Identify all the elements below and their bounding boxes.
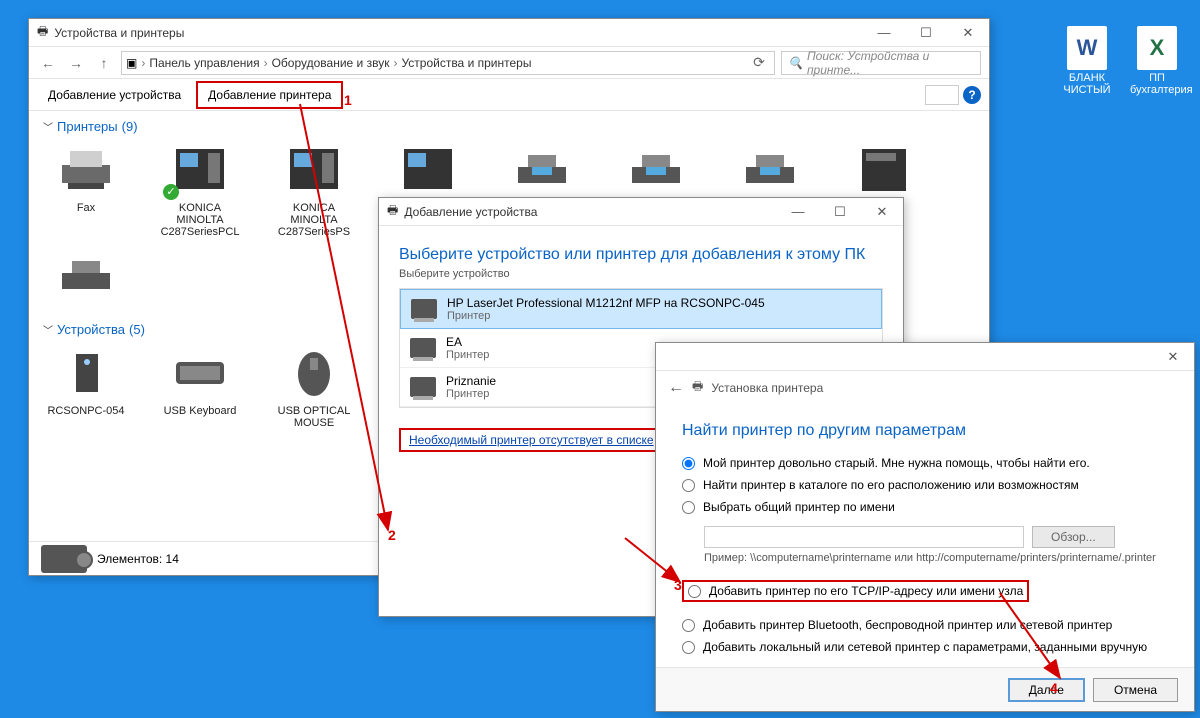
device-item[interactable]: USB OPTICAL MOUSE (271, 345, 357, 429)
option-bluetooth[interactable]: Добавить принтер Bluetooth, беспроводной… (682, 618, 1168, 632)
forward-button[interactable]: → (65, 52, 87, 74)
desktop-icon-word[interactable]: W БЛАНК ЧИСТЫЙ (1060, 26, 1114, 96)
breadcrumb[interactable]: ▣ › Панель управления › Оборудование и з… (121, 51, 775, 75)
device-item[interactable] (43, 248, 129, 308)
close-button[interactable]: ✕ (947, 19, 989, 47)
printer-icon: 🖶 (692, 377, 703, 398)
folder-icon: ▣ (126, 56, 137, 70)
option-directory[interactable]: Найти принтер в каталоге по его располож… (682, 478, 1168, 492)
install-printer-window: ✕ ← 🖶 Установка принтера Найти принтер п… (655, 342, 1195, 712)
add-printer-button[interactable]: Добавление принтера (196, 81, 343, 109)
shared-name-input[interactable] (704, 526, 1024, 548)
cancel-button[interactable]: Отмена (1093, 678, 1178, 702)
close-button[interactable]: ✕ (861, 198, 903, 226)
device-item[interactable]: KONICA MINOLTA C287SeriesPS (271, 142, 357, 238)
toolbar: Добавление устройства Добавление принтер… (29, 79, 989, 111)
default-check-icon: ✓ (163, 184, 179, 200)
device-item[interactable]: Fax (43, 142, 129, 238)
printer-icon: 🖶 (37, 22, 48, 43)
dialog-heading: Найти принтер по другим параметрам (682, 422, 1168, 440)
missing-printer-link[interactable]: Необходимый принтер отсутствует в списке (409, 433, 654, 447)
word-file-icon: W (1067, 26, 1107, 70)
device-icon: 🖶 (387, 201, 398, 222)
device-item[interactable]: USB Keyboard (157, 345, 243, 429)
maximize-button[interactable]: ☐ (819, 198, 861, 226)
excel-file-icon: X (1137, 26, 1177, 70)
titlebar: 🖶Устройства и принтеры ― ☐ ✕ (29, 19, 989, 47)
device-item[interactable]: ✓KONICA MINOLTA C287SeriesPCL (157, 142, 243, 238)
nav-bar: ← → ↑ ▣ › Панель управления › Оборудован… (29, 47, 989, 79)
device-item[interactable]: RCSONPC-054 (43, 345, 129, 429)
close-button[interactable]: ✕ (1152, 343, 1194, 371)
browse-button[interactable]: Обзор... (1032, 526, 1115, 548)
status-icon (41, 545, 87, 573)
list-item[interactable]: HP LaserJet Professional M1212nf MFP на … (400, 289, 882, 329)
back-button[interactable]: ← (668, 379, 684, 397)
desktop-icon-excel[interactable]: X ПП бухгалтерия (1130, 26, 1184, 96)
option-shared[interactable]: Выбрать общий принтер по имени (682, 500, 1168, 514)
printer-icon (410, 377, 436, 397)
refresh-button[interactable]: ⟳ (748, 52, 770, 74)
next-button[interactable]: Далее (1008, 678, 1085, 702)
back-button[interactable]: ← (37, 52, 59, 74)
up-button[interactable]: ↑ (93, 52, 115, 74)
printer-icon (411, 299, 437, 319)
option-manual[interactable]: Добавить локальный или сетевой принтер с… (682, 640, 1168, 654)
help-icon[interactable]: ? (963, 86, 981, 104)
printers-header[interactable]: ﹀ Принтеры (9) (43, 119, 975, 134)
dialog-heading: Выберите устройство или принтер для доба… (399, 246, 883, 264)
option-old-printer[interactable]: Мой принтер довольно старый. Мне нужна п… (682, 456, 1168, 470)
maximize-button[interactable]: ☐ (905, 19, 947, 47)
option-tcpip[interactable]: Добавить принтер по его TCP/IP-адресу ил… (682, 580, 1029, 602)
search-icon: 🔍 (788, 56, 803, 70)
search-input[interactable]: 🔍 Поиск: Устройства и принте... (781, 51, 981, 75)
minimize-button[interactable]: ― (863, 19, 905, 47)
view-button[interactable] (925, 85, 959, 105)
add-device-button[interactable]: Добавление устройства (37, 82, 192, 108)
minimize-button[interactable]: ― (777, 198, 819, 226)
printer-icon (410, 338, 436, 358)
